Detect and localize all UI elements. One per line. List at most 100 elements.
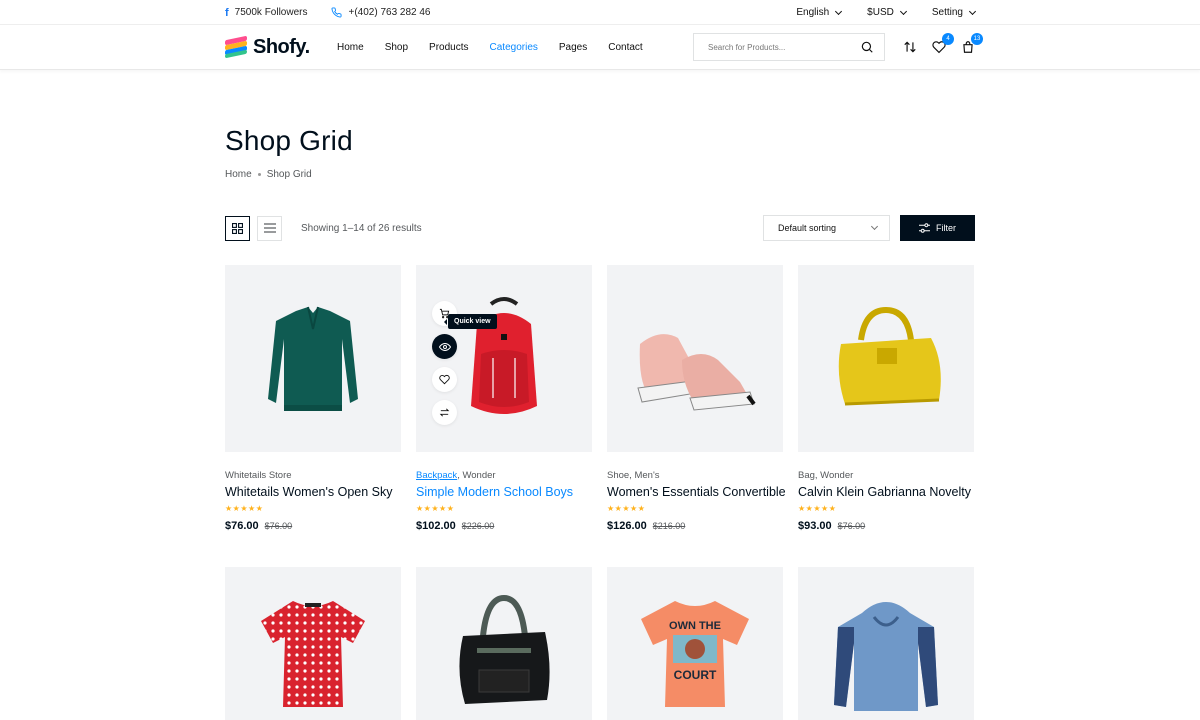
rating-stars: ★★★★★: [798, 504, 837, 513]
search-placeholder: Search for Products...: [708, 42, 786, 52]
phone-text: +(402) 763 282 46: [348, 7, 431, 18]
product-price: $126.00 $216.00: [607, 520, 783, 532]
grid-view-button[interactable]: [225, 215, 250, 241]
tee-graphic-line-1: OWN THE: [669, 620, 721, 632]
product-card[interactable]: [225, 567, 401, 720]
current-price: $102.00: [416, 520, 456, 532]
list-view-button[interactable]: [257, 215, 282, 241]
compare-button[interactable]: [432, 400, 457, 425]
current-price: $126.00: [607, 520, 647, 532]
filter-label: Filter: [936, 223, 956, 233]
product-price: $76.00 $76.00: [225, 520, 401, 532]
chevron-down-icon: [835, 7, 843, 15]
product-category: Backpack, Wonder: [416, 470, 592, 481]
product-category: Whitetails Store: [225, 470, 292, 481]
old-price: $76.00: [837, 521, 866, 531]
breadcrumb-home[interactable]: Home: [225, 169, 252, 180]
current-price: $93.00: [798, 520, 832, 532]
wishlist-icon[interactable]: 4: [932, 33, 954, 54]
add-to-wishlist-button[interactable]: [432, 367, 457, 392]
product-title[interactable]: Women's Essentials Convertible: [607, 485, 786, 499]
product-title[interactable]: Simple Modern School Boys: [416, 485, 592, 499]
nav-pages[interactable]: Pages: [559, 42, 587, 53]
product-category: Bag, Wonder: [798, 470, 854, 481]
sorting-select[interactable]: Default sorting: [763, 215, 890, 241]
compare-icon: [439, 408, 450, 417]
product-card[interactable]: Whitetails Store Whitetails Women's Open…: [225, 265, 401, 532]
rating-stars: ★★★★★: [225, 504, 264, 513]
product-title[interactable]: Calvin Klein Gabrianna Novelty: [798, 485, 974, 499]
wishlist-badge: 4: [942, 33, 954, 45]
rating-stars: ★★★★★: [416, 504, 455, 513]
tee-graphic-line-2: COURT: [674, 668, 717, 682]
breadcrumb-separator: [257, 173, 261, 176]
logo-mark-icon: [225, 35, 247, 59]
product-image-red-polka-dot-tee[interactable]: [225, 567, 401, 720]
product-card[interactable]: Bag, Wonder Calvin Klein Gabrianna Novel…: [798, 265, 974, 532]
product-image-black-tote-bag[interactable]: [416, 567, 592, 720]
category-link[interactable]: Backpack: [416, 470, 457, 481]
setting-dropdown[interactable]: Setting: [931, 7, 977, 18]
old-price: $216.00: [652, 521, 686, 531]
product-title[interactable]: Whitetails Women's Open Sky: [225, 485, 401, 499]
nav-shop[interactable]: Shop: [385, 42, 408, 53]
cart-icon[interactable]: 13: [961, 33, 983, 54]
product-image-green-henley-shirt[interactable]: [225, 265, 401, 452]
product-card[interactable]: OWN THE COURT: [607, 567, 783, 720]
search-input[interactable]: Search for Products...: [693, 33, 885, 61]
main-header: Shofy. Home Shop Products Categories Pag…: [0, 25, 1200, 70]
product-card[interactable]: [798, 567, 974, 720]
old-price: $226.00: [461, 521, 495, 531]
compare-icon[interactable]: [903, 40, 917, 54]
logo-text: Shofy.: [253, 35, 310, 58]
cart-badge: 13: [971, 33, 983, 45]
results-count: Showing 1–14 of 26 results: [301, 222, 422, 234]
product-image-blue-hoodie[interactable]: [798, 567, 974, 720]
product-image-red-backpack[interactable]: Quick view: [416, 265, 592, 452]
product-price: $93.00 $76.00: [798, 520, 974, 532]
breadcrumb-current: Shop Grid: [266, 169, 312, 180]
search-icon[interactable]: [860, 40, 874, 54]
product-card[interactable]: Shoe, Men's Women's Essentials Convertib…: [607, 265, 786, 532]
product-card[interactable]: [416, 567, 592, 720]
chevron-down-icon: [899, 7, 907, 15]
product-image-pink-sneakers[interactable]: [607, 265, 783, 452]
setting-label: Setting: [931, 7, 963, 18]
list-icon: [263, 223, 276, 233]
main-nav: Home Shop Products Categories Pages Cont…: [337, 42, 643, 53]
eye-icon: [438, 342, 451, 351]
category-rest: , Wonder: [457, 470, 496, 481]
product-price: $102.00 $226.00: [416, 520, 592, 532]
grid-icon: [232, 222, 243, 234]
product-grid: Whitetails Store Whitetails Women's Open…: [225, 265, 975, 720]
nav-categories[interactable]: Categories: [490, 42, 538, 53]
old-price: $76.00: [264, 521, 293, 531]
product-image-yellow-handbag[interactable]: [798, 265, 974, 452]
current-price: $76.00: [225, 520, 259, 532]
followers-text: 7500k Followers: [234, 7, 308, 18]
nav-contact[interactable]: Contact: [608, 42, 642, 53]
shop-toolbar: Showing 1–14 of 26 results Default sorti…: [225, 215, 975, 241]
nav-home[interactable]: Home: [337, 42, 364, 53]
followers-link[interactable]: f 7500k Followers: [225, 7, 307, 19]
filter-button[interactable]: Filter: [900, 215, 975, 241]
phone-icon: [331, 7, 343, 18]
top-bar: f 7500k Followers +(402) 763 282 46 Engl…: [0, 0, 1200, 25]
filter-icon: [919, 223, 930, 233]
quick-view-button[interactable]: [432, 334, 457, 359]
chevron-down-icon: [968, 7, 977, 15]
nav-products[interactable]: Products: [429, 42, 468, 53]
language-dropdown[interactable]: English: [796, 7, 843, 18]
currency-dropdown[interactable]: $USD: [867, 7, 907, 18]
sorting-label: Default sorting: [778, 223, 837, 233]
rating-stars: ★★★★★: [607, 504, 646, 513]
product-image-orange-graphic-tee[interactable]: OWN THE COURT: [607, 567, 783, 720]
logo[interactable]: Shofy.: [225, 36, 337, 59]
product-card[interactable]: Quick view Backpack, Wonder Simple Moder…: [416, 265, 592, 532]
facebook-icon: f: [225, 6, 229, 19]
phone-link[interactable]: +(402) 763 282 46: [331, 7, 431, 18]
chevron-down-icon: [870, 222, 879, 231]
language-label: English: [796, 7, 830, 18]
currency-label: $USD: [867, 7, 894, 18]
product-category: Shoe, Men's: [607, 470, 660, 481]
